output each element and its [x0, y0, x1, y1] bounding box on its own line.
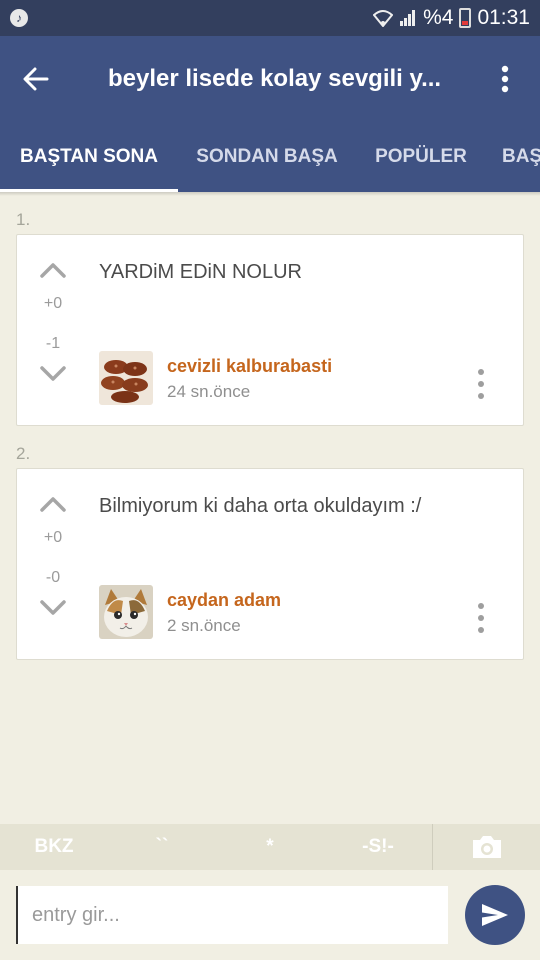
upvote-chevron-icon[interactable] [39, 261, 67, 284]
downvote-count: -0 [45, 569, 61, 586]
avatar[interactable] [99, 585, 153, 639]
author-name[interactable]: cevizli kalburabasti [167, 356, 332, 377]
entry-text: YARDiM EDiN NOLUR [99, 261, 302, 283]
overflow-menu-icon[interactable] [472, 36, 538, 122]
app-bar: beyler lisede kolay sevgili y... [0, 36, 540, 122]
entry-card: +0 -1 YARDiM EDiN NOLUR cevizli kalburab… [16, 234, 524, 426]
entry-card: +0 -0 Bilmiyorum ki daha orta okuldayım … [16, 468, 524, 660]
tab-bastan-sona[interactable]: BAŞTAN SONA [0, 122, 178, 192]
format-toolbar: BKZ `` * -S!- [0, 824, 540, 870]
downvote-count: -1 [45, 335, 61, 352]
spoiler-button[interactable]: -S!- [324, 824, 432, 870]
upvote-chevron-icon[interactable] [39, 495, 67, 518]
author-name[interactable]: caydan adam [167, 590, 281, 611]
music-notification-icon: ♪ [10, 9, 28, 27]
signal-icon [399, 9, 417, 27]
entry-time: 24 sn.önce [167, 382, 251, 401]
back-arrow-icon[interactable] [0, 36, 72, 122]
status-bar: ♪ %4 01:31 [0, 0, 540, 36]
entry-time: 2 sn.önce [167, 616, 241, 635]
wifi-icon [373, 9, 394, 27]
page-title: beyler lisede kolay sevgili y... [108, 65, 442, 92]
tab-bar-shadow [0, 192, 540, 196]
tab-bar: BAŞTAN SONA SONDAN BAŞA POPÜLER BAŞ [0, 122, 540, 192]
battery-icon [459, 8, 472, 28]
send-icon [482, 904, 508, 926]
entry-number: 1. [16, 210, 31, 229]
backtick-button[interactable]: `` [108, 824, 216, 870]
downvote-chevron-icon[interactable] [39, 365, 67, 388]
camera-icon[interactable] [433, 824, 540, 870]
entry-number: 2. [16, 444, 31, 463]
entry-text: Bilmiyorum ki daha orta okuldayım :/ [99, 495, 422, 517]
composer-bar [0, 870, 540, 960]
entry-more-icon[interactable] [471, 369, 491, 405]
battery-percent: %4 [423, 6, 454, 29]
bkz-button[interactable]: BKZ [0, 824, 108, 870]
upvote-count: +0 [43, 295, 63, 312]
entry-input[interactable] [16, 886, 448, 944]
upvote-count: +0 [43, 529, 63, 546]
send-button[interactable] [465, 885, 525, 945]
tab-bas[interactable]: BAŞ [486, 122, 540, 192]
clock: 01:31 [477, 6, 530, 29]
asterisk-button[interactable]: * [216, 824, 324, 870]
tab-populer[interactable]: POPÜLER [356, 122, 486, 192]
downvote-chevron-icon[interactable] [39, 599, 67, 622]
avatar[interactable] [99, 351, 153, 405]
tab-sondan-basa[interactable]: SONDAN BAŞA [178, 122, 356, 192]
entry-more-icon[interactable] [471, 603, 491, 639]
